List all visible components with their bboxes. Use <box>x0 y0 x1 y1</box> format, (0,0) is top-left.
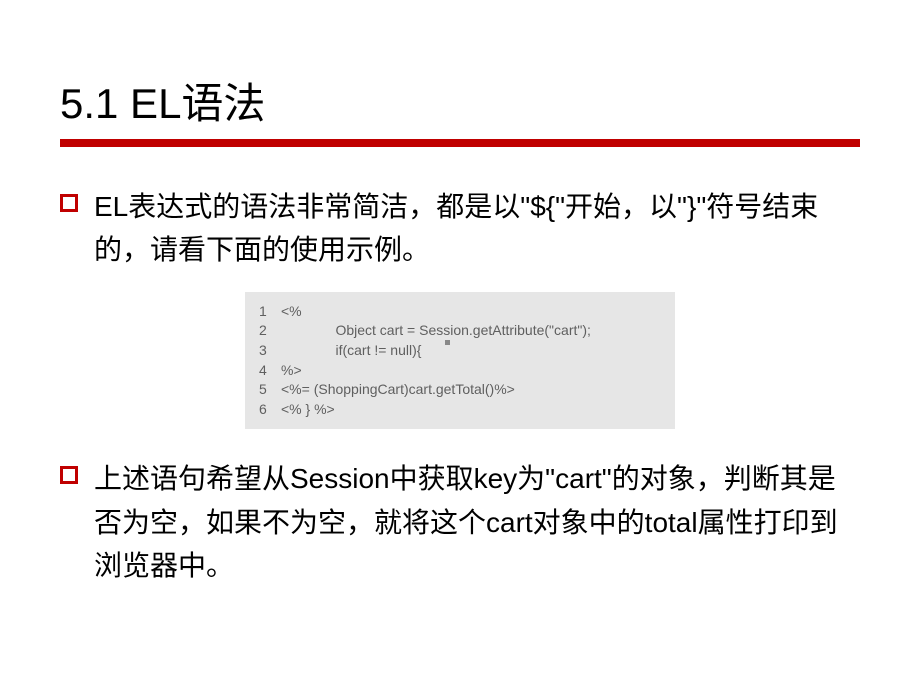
slide-title: 5.1 EL语法 <box>60 70 860 131</box>
code-block: 1 <% 2 Object cart = Session.getAttribut… <box>245 292 675 430</box>
code-text: <% <box>281 302 302 322</box>
code-line: 4 %> <box>259 361 661 381</box>
title-underline <box>60 139 860 147</box>
code-line: 2 Object cart = Session.getAttribute("ca… <box>259 321 661 341</box>
bullet-square-icon <box>60 466 78 484</box>
paragraph-1: EL表达式的语法非常简洁，都是以"${"开始，以"}"符号结束的，请看下面的使用… <box>94 185 860 272</box>
code-text: <%= (ShoppingCart)cart.getTotal()%> <box>281 380 515 400</box>
slide-container: 5.1 EL语法 EL表达式的语法非常简洁，都是以"${"开始，以"}"符号结束… <box>0 0 920 646</box>
paragraph-2: 上述语句希望从Session中获取key为"cart"的对象，判断其是否为空，如… <box>94 457 860 587</box>
center-marker-icon <box>445 340 450 345</box>
bullet-item-1: EL表达式的语法非常简洁，都是以"${"开始，以"}"符号结束的，请看下面的使用… <box>60 185 860 272</box>
line-number: 2 <box>259 321 281 341</box>
code-line: 1 <% <box>259 302 661 322</box>
line-number: 1 <box>259 302 281 322</box>
code-line: 3 if(cart != null){ <box>259 341 661 361</box>
code-text: %> <box>281 361 302 381</box>
line-number: 4 <box>259 361 281 381</box>
code-line: 5 <%= (ShoppingCart)cart.getTotal()%> <box>259 380 661 400</box>
bullet-item-2: 上述语句希望从Session中获取key为"cart"的对象，判断其是否为空，如… <box>60 457 860 587</box>
code-line: 6 <% } %> <box>259 400 661 420</box>
line-number: 5 <box>259 380 281 400</box>
bullet-square-icon <box>60 194 78 212</box>
code-text: <% } %> <box>281 400 335 420</box>
code-text: Object cart = Session.getAttribute("cart… <box>281 321 591 341</box>
code-text: if(cart != null){ <box>281 341 421 361</box>
line-number: 3 <box>259 341 281 361</box>
line-number: 6 <box>259 400 281 420</box>
